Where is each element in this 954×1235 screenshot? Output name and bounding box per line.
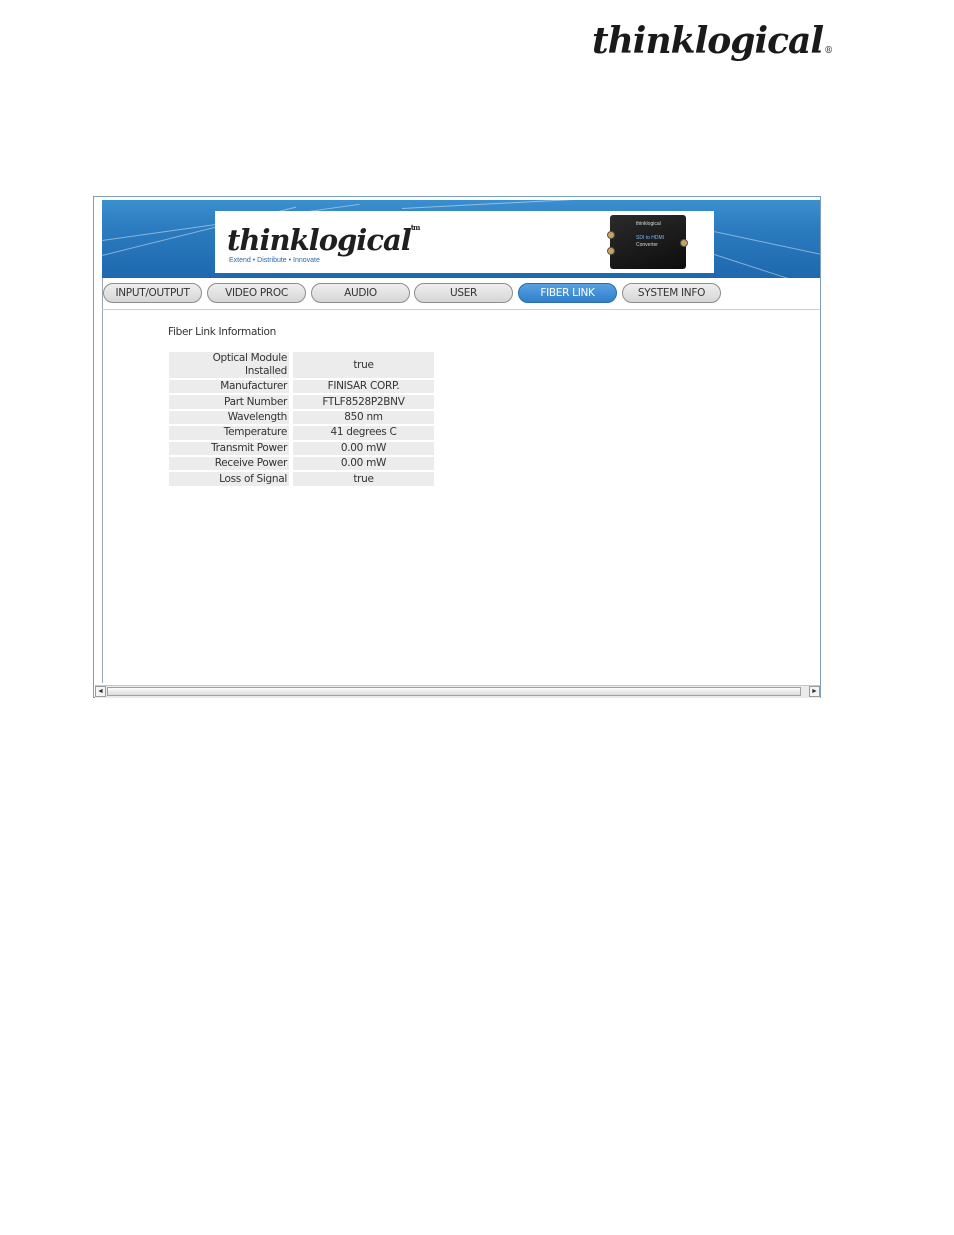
tab-label: FIBER LINK	[540, 287, 595, 299]
horizontal-scrollbar[interactable]: ◄ ►	[95, 685, 820, 698]
row-value: 850 nm	[289, 410, 434, 425]
scrollbar-thumb[interactable]	[107, 687, 801, 696]
row-value: 41 degrees C	[289, 426, 434, 440]
row-value: true	[289, 352, 434, 378]
tab-input-output[interactable]: INPUT/OUTPUT	[103, 283, 202, 303]
brand-tagline: Extend • Distribute • Innovate	[229, 257, 320, 264]
connector-icon	[680, 239, 688, 247]
banner-logo-panel: thinklogicaltm Extend • Distribute • Inn…	[215, 211, 714, 273]
row-value: 0.00 mW	[289, 441, 434, 455]
table-row: Transmit Power 0.00 mW	[169, 441, 434, 455]
fiber-info-table: Optical Module Installed true Manufacture…	[169, 350, 434, 488]
row-label: Receive Power	[169, 456, 289, 471]
connector-icon	[607, 231, 615, 239]
tab-label: INPUT/OUTPUT	[115, 287, 190, 299]
row-value: 0.00 mW	[289, 456, 434, 471]
tab-audio[interactable]: AUDIO	[311, 283, 410, 303]
device-brand-text: thinklogical	[636, 221, 661, 227]
tab-divider	[102, 309, 820, 310]
row-label: Part Number	[169, 395, 289, 409]
tab-video-proc[interactable]: VIDEO PROC	[207, 283, 306, 303]
row-label: Transmit Power	[169, 441, 289, 455]
tab-fiber-link[interactable]: FIBER LINK	[518, 283, 617, 303]
brand-logo: thinklogicaltm	[227, 223, 421, 257]
header-banner: thinklogicaltm Extend • Distribute • Inn…	[102, 200, 820, 278]
row-label: Manufacturer	[169, 380, 289, 394]
device-line2-text: Converter	[636, 242, 658, 248]
table-row: Temperature 41 degrees C	[169, 426, 434, 440]
table-row: Receive Power 0.00 mW	[169, 456, 434, 471]
row-label: Loss of Signal	[169, 472, 289, 486]
row-value: FINISAR CORP.	[289, 380, 434, 394]
scroll-right-icon[interactable]: ►	[809, 686, 820, 697]
device-image: thinklogical SDI to HDMI Converter	[607, 215, 688, 269]
tab-label: SYSTEM INFO	[637, 287, 706, 299]
page-header-logo: thinklogical®	[592, 20, 833, 62]
row-label: Temperature	[169, 426, 289, 440]
table-row: Wavelength 850 nm	[169, 410, 434, 425]
row-label: Optical Module Installed	[169, 352, 289, 378]
section-title: Fiber Link Information	[168, 326, 276, 338]
row-value: true	[289, 472, 434, 486]
tab-user[interactable]: USER	[414, 283, 513, 303]
tab-label: VIDEO PROC	[225, 287, 288, 299]
tab-label: AUDIO	[344, 287, 377, 299]
table-row: Loss of Signal true	[169, 472, 434, 486]
page-logo-text: thinklogical	[592, 20, 824, 62]
table-row: Part Number FTLF8528P2BNV	[169, 395, 434, 409]
table-row: Optical Module Installed true	[169, 352, 434, 378]
row-label: Wavelength	[169, 410, 289, 425]
connector-icon	[607, 247, 615, 255]
scroll-left-icon[interactable]: ◄	[95, 686, 106, 697]
nav-tabs: INPUT/OUTPUT VIDEO PROC AUDIO USER FIBER…	[102, 283, 820, 305]
row-value: FTLF8528P2BNV	[289, 395, 434, 409]
device-line1-text: SDI to HDMI	[636, 235, 665, 241]
brand-logo-text: thinklogical	[227, 223, 412, 257]
registered-mark: ®	[824, 46, 833, 56]
table-row: Manufacturer FINISAR CORP.	[169, 380, 434, 394]
tab-label: USER	[449, 287, 478, 299]
trademark-mark: tm	[410, 223, 421, 232]
tab-system-info[interactable]: SYSTEM INFO	[622, 283, 721, 303]
